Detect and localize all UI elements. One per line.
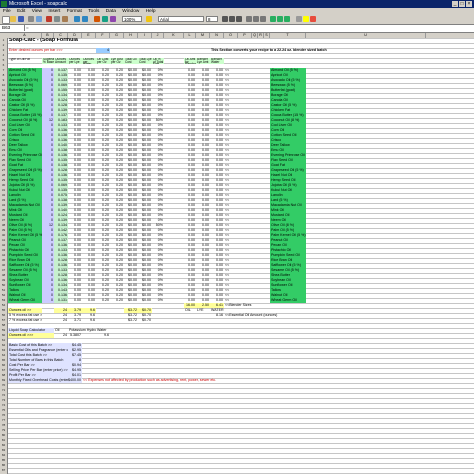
essential-oil-amount[interactable]: 8.16 <box>210 313 224 318</box>
oil-cost-cell[interactable]: 0.20 <box>96 298 110 303</box>
paste-icon[interactable] <box>62 16 68 22</box>
autosum-icon[interactable] <box>94 16 100 22</box>
excel-window: Microsoft Excel - soapcalc _ □ × File Ed… <box>0 0 474 474</box>
worksheet[interactable]: Soap-Calc - (Soap Formula Enter desired o… <box>8 38 474 474</box>
new-icon[interactable] <box>2 16 10 24</box>
undo-icon[interactable] <box>74 16 80 22</box>
column-header-label[interactable]: Type of Oil/Fat <box>8 58 42 64</box>
overhead-footnote[interactable]: << Expenses not affected by production s… <box>82 378 224 383</box>
cost-label[interactable]: Monthly Fixed Overhead Costs (enter here… <box>8 378 68 383</box>
font-size-select[interactable]: 8 <box>206 16 218 22</box>
excess-a[interactable]: $3.72 <box>124 318 138 323</box>
menu-help[interactable]: Help <box>146 9 156 14</box>
redo-icon[interactable] <box>82 16 88 22</box>
window-title: Microsoft Excel - soapcalc <box>9 1 68 7</box>
column-header-label[interactable]: Lye cost per Oz <box>110 58 124 64</box>
font-color-icon[interactable] <box>310 16 316 22</box>
column-header-label[interactable]: Total Oil Cost <box>124 58 138 64</box>
total-oil-cost-cell[interactable]: $0.00 <box>124 298 138 303</box>
excess-label[interactable]: 7 % excess fat use > <box>8 318 42 323</box>
lye-cost-cell[interactable]: 0.20 <box>110 298 124 303</box>
excess-oz[interactable]: 24 <box>54 318 68 323</box>
save-icon[interactable] <box>18 16 24 22</box>
copy-icon[interactable] <box>54 16 60 22</box>
liquid-row-label[interactable]: Ounces oil >>> <box>8 333 54 338</box>
toolbar: 100% Arial 8 <box>0 15 474 25</box>
font-select[interactable]: Arial <box>158 16 204 22</box>
menu-insert[interactable]: Insert <box>48 9 60 14</box>
menu-view[interactable]: View <box>32 9 42 14</box>
menu-data[interactable]: Data <box>106 9 116 14</box>
help-icon[interactable] <box>146 16 152 22</box>
blender-sizes-note[interactable]: <<Blender Sizes <box>224 303 258 308</box>
ounces-prompt[interactable]: Enter desired ounces per bar >>> <box>8 48 82 53</box>
lye-cell[interactable]: 0.00 <box>68 298 82 303</box>
superfat-cell[interactable]: 0 <box>42 298 54 303</box>
align-right-icon[interactable] <box>260 16 266 22</box>
excel-app-icon <box>1 1 7 7</box>
column-header-label[interactable]: Ounces per Lye <box>68 58 82 64</box>
menu-bar: File Edit View Insert Format Tools Data … <box>0 8 474 15</box>
menu-file[interactable]: File <box>3 9 11 14</box>
column-header-label[interactable]: Ounces per Water <box>82 58 96 64</box>
name-box[interactable]: B63 <box>1 25 25 31</box>
print-icon[interactable] <box>28 16 34 22</box>
menu-format[interactable]: Format <box>67 9 82 14</box>
minimize-icon[interactable]: _ <box>452 1 458 7</box>
liquid-water[interactable]: 9.6 <box>96 333 110 338</box>
liquid-oz[interactable]: 24 <box>54 333 68 338</box>
fill-color-icon[interactable] <box>303 16 309 22</box>
borders-icon[interactable] <box>296 16 302 22</box>
column-header-label[interactable]: Total Lye Cost <box>138 58 152 64</box>
oil-name-right[interactable]: Wheat Germ Oil <box>270 298 306 303</box>
converter-note[interactable]: This Section converts your recipe to a 2… <box>210 48 426 53</box>
title-bar: Microsoft Excel - soapcalc _ □ × <box>0 0 474 8</box>
percent-icon[interactable] <box>277 16 283 22</box>
row-header[interactable]: 87 <box>0 468 7 473</box>
bold-icon[interactable] <box>222 16 228 22</box>
cost-value[interactable]: $400.00 <box>68 378 82 383</box>
sort-icon[interactable] <box>102 16 108 22</box>
water-cell[interactable]: 0.00 <box>82 298 96 303</box>
underline-icon[interactable] <box>236 16 242 22</box>
preview-icon[interactable] <box>36 16 42 22</box>
column-header-label[interactable]: Ounces Amount <box>54 58 68 64</box>
row-headers: 1 2 3 4 5 6 7 8 9 10 11 12 13 14 15 16 17 18 19 20 21 22 23 24 2… <box>0 38 8 474</box>
currency-icon[interactable] <box>270 16 276 22</box>
column-header-label[interactable]: Oil % of Total Fats <box>152 58 164 64</box>
excess-water[interactable]: 9.6 <box>82 318 96 323</box>
formula-input[interactable]: = <box>26 25 29 31</box>
column-header-label[interactable]: Superfat % Base <box>42 58 54 64</box>
align-left-icon[interactable] <box>246 16 252 22</box>
italic-icon[interactable] <box>229 16 235 22</box>
formula-bar: B63 = <box>0 25 474 33</box>
maximize-icon[interactable]: □ <box>459 1 465 7</box>
comma-icon[interactable] <box>284 16 290 22</box>
excess-lye[interactable]: 3.71 <box>68 318 82 323</box>
converter-header[interactable]: Blender Lye Amt <box>196 58 210 64</box>
oil-name[interactable]: Wheat Germ Oil <box>8 298 42 303</box>
total-lye-cost-cell[interactable]: $0.00 <box>138 298 152 303</box>
menu-tools[interactable]: Tools <box>88 9 99 14</box>
close-icon[interactable]: × <box>466 1 472 7</box>
excess-b[interactable]: $0.70 <box>138 318 152 323</box>
chart-icon[interactable] <box>110 16 116 22</box>
zoom-select[interactable]: 100% <box>122 16 142 22</box>
converter-header[interactable]: Oil Amt for Blender <box>184 58 196 64</box>
column-header-label[interactable]: Oil Cost per Oz <box>96 58 110 64</box>
essential-oil-note[interactable]: <<Essential Oil Amount (ounces) <box>224 313 306 318</box>
align-center-icon[interactable] <box>253 16 259 22</box>
right-label-lye[interactable]: LYE <box>196 308 210 313</box>
liquid-koh[interactable]: 5.3807 <box>68 333 82 338</box>
ounces-per-bar-input[interactable]: 4 <box>96 48 110 53</box>
converter-header[interactable]: Blender Water <box>210 58 224 64</box>
right-label-oil[interactable]: OIL <box>184 308 196 313</box>
lye-factor-cell[interactable]: 0.131 <box>54 298 68 303</box>
open-icon[interactable] <box>10 16 16 22</box>
cut-icon[interactable] <box>46 16 52 22</box>
menu-edit[interactable]: Edit <box>17 9 25 14</box>
menu-window[interactable]: Window <box>122 9 139 14</box>
sheet-title[interactable]: Soap-Calc - (Soap Formula <box>8 38 82 43</box>
oil-pct-cell[interactable]: 0% <box>152 298 164 303</box>
